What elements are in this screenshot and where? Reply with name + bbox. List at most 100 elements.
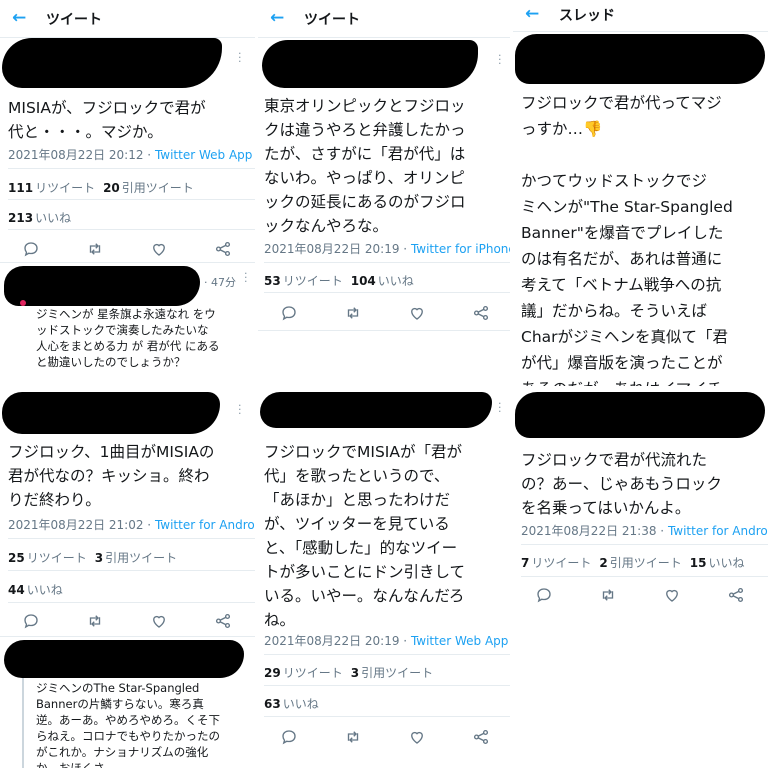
header-title: ツイート xyxy=(304,12,360,28)
divider xyxy=(264,262,510,263)
tweet-text: フジロック、1曲目がMISIAの 君が代なの？キッショ。終わ りだ終わり。 xyxy=(8,443,215,509)
quote-count[interactable]: 3 xyxy=(95,551,103,565)
quote-count[interactable]: 20 xyxy=(103,181,120,195)
like-label[interactable]: いいね xyxy=(27,583,63,597)
reply-icon[interactable] xyxy=(535,586,553,604)
retweet-icon[interactable] xyxy=(86,612,104,630)
more-icon[interactable]: · · · xyxy=(244,268,252,287)
divider xyxy=(8,538,255,539)
reply-icon[interactable] xyxy=(280,304,298,322)
divider xyxy=(8,570,255,571)
like-count[interactable]: 44 xyxy=(8,583,25,597)
tweet-meta: 2021年08月22日 21:38 · Twitter for Android xyxy=(521,522,768,539)
retweet-label[interactable]: リツイート xyxy=(283,274,343,288)
share-icon[interactable] xyxy=(214,612,232,630)
header-title: ツイート xyxy=(46,12,102,28)
reply-icon[interactable] xyxy=(22,612,40,630)
panel-1: ← ツイート · · · MISIAが、フジロックで君が 代と・・・。マジか。 20… xyxy=(0,0,255,390)
redacted-user-name xyxy=(260,392,492,428)
back-arrow-icon[interactable]: ← xyxy=(270,9,288,27)
tweet-date: 2021年08月22日 21:02 xyxy=(8,518,144,532)
tweet-date: 2021年08月22日 20:19 xyxy=(264,242,400,256)
thread-line xyxy=(22,678,24,768)
tweet-meta: 2021年08月22日 20:12 · Twitter Web App xyxy=(8,148,253,162)
retweet-label[interactable]: リツイート xyxy=(27,551,87,565)
like-icon[interactable] xyxy=(408,728,426,746)
divider xyxy=(8,229,255,230)
share-icon[interactable] xyxy=(472,304,490,322)
tweet-stats: 111 リツイート 20 引用ツイート xyxy=(8,179,194,196)
share-icon[interactable] xyxy=(727,586,745,604)
retweet-icon[interactable] xyxy=(599,586,617,604)
share-icon[interactable] xyxy=(472,728,490,746)
more-icon[interactable]: · · · xyxy=(498,50,506,69)
tweet-date: 2021年08月22日 21:38 xyxy=(521,524,657,538)
more-icon[interactable]: · · · xyxy=(238,400,246,419)
like-count[interactable]: 104 xyxy=(351,274,376,288)
reply-time: · 47分 xyxy=(204,276,236,289)
like-label[interactable]: いいね xyxy=(378,274,414,288)
retweet-count[interactable]: 25 xyxy=(8,551,25,565)
like-icon[interactable] xyxy=(663,586,681,604)
like-label[interactable]: いいね xyxy=(708,556,744,570)
like-count[interactable]: 213 xyxy=(8,211,33,225)
more-icon[interactable]: · · · xyxy=(238,48,246,67)
redacted-reply-user xyxy=(4,266,200,306)
share-icon[interactable] xyxy=(214,240,232,258)
action-bar xyxy=(258,304,510,324)
retweet-label[interactable]: リツイート xyxy=(283,666,343,680)
collage-gutter xyxy=(255,0,258,768)
top-bar: ← スレッド xyxy=(513,0,768,32)
redacted-user-name xyxy=(262,40,478,88)
retweet-count[interactable]: 7 xyxy=(521,556,529,570)
divider xyxy=(0,636,255,637)
more-icon[interactable]: · · · xyxy=(498,398,506,417)
quote-label[interactable]: 引用ツイート xyxy=(122,181,194,195)
retweet-count[interactable]: 29 xyxy=(264,666,281,680)
tweet-date: 2021年08月22日 20:12 xyxy=(8,148,144,162)
action-bar xyxy=(513,586,768,606)
tweet-client[interactable]: Twitter Web App xyxy=(155,148,252,162)
top-bar: ← ツイート xyxy=(0,0,255,38)
quote-label[interactable]: 引用ツイート xyxy=(610,556,682,570)
tweet-date: 2021年08月22日 20:19 xyxy=(264,634,400,648)
back-arrow-icon[interactable]: ← xyxy=(12,9,30,27)
reply-icon[interactable] xyxy=(280,728,298,746)
tweet-text: フジロックで君が代流れた の？あー、じゃあもうロック を名乗ってはいかんよ。 xyxy=(521,451,722,517)
retweet-count[interactable]: 111 xyxy=(8,181,33,195)
tweet-text: フジロックで君が代ってマジ っすか…👎 かつてウッドストックでジ ミヘンが"Th… xyxy=(521,94,733,386)
redacted-user-name xyxy=(2,392,220,434)
retweet-count[interactable]: 53 xyxy=(264,274,281,288)
tweet-stats: 53 リツイート 104 いいね xyxy=(264,272,414,289)
like-label[interactable]: いいね xyxy=(283,697,319,711)
retweet-label[interactable]: リツイート xyxy=(35,181,95,195)
retweet-icon[interactable] xyxy=(344,728,362,746)
like-label[interactable]: いいね xyxy=(35,211,71,225)
reply-time-value: 47分 xyxy=(211,276,236,289)
back-arrow-icon[interactable]: ← xyxy=(525,5,543,23)
divider xyxy=(8,168,255,169)
panel-2: ← ツイート · · · 東京オリンピックとフジロッ クは違うやろと弁護したかっ た… xyxy=(258,0,510,390)
retweet-icon[interactable] xyxy=(344,304,362,322)
quote-count[interactable]: 2 xyxy=(599,556,607,570)
like-icon[interactable] xyxy=(150,240,168,258)
retweet-label[interactable]: リツイート xyxy=(531,556,591,570)
like-icon[interactable] xyxy=(408,304,426,322)
reply-icon[interactable] xyxy=(22,240,40,258)
quote-count[interactable]: 3 xyxy=(351,666,359,680)
divider xyxy=(264,716,510,717)
tweet-client[interactable]: Twitter Web App xyxy=(411,634,508,648)
action-bar xyxy=(0,612,255,632)
quote-label[interactable]: 引用ツイート xyxy=(105,551,177,565)
retweet-icon[interactable] xyxy=(86,240,104,258)
tweet-client[interactable]: Twitter for Android xyxy=(668,524,768,538)
like-count[interactable]: 15 xyxy=(690,556,707,570)
panel-3: ← スレッド フジロックで君が代ってマジ っすか…👎 かつてウッドストックでジ … xyxy=(513,0,768,386)
quote-label[interactable]: 引用ツイート xyxy=(361,666,433,680)
tweet-stats-likes: 213 いいね xyxy=(8,209,71,226)
like-count[interactable]: 63 xyxy=(264,697,281,711)
panel-6: フジロックで君が代流れた の？あー、じゃあもうロック を名乗ってはいかんよ。 2… xyxy=(513,390,768,768)
tweet-client[interactable]: Twitter for Android xyxy=(155,518,255,532)
tweet-client[interactable]: Twitter for iPhone xyxy=(411,242,510,256)
like-icon[interactable] xyxy=(150,612,168,630)
